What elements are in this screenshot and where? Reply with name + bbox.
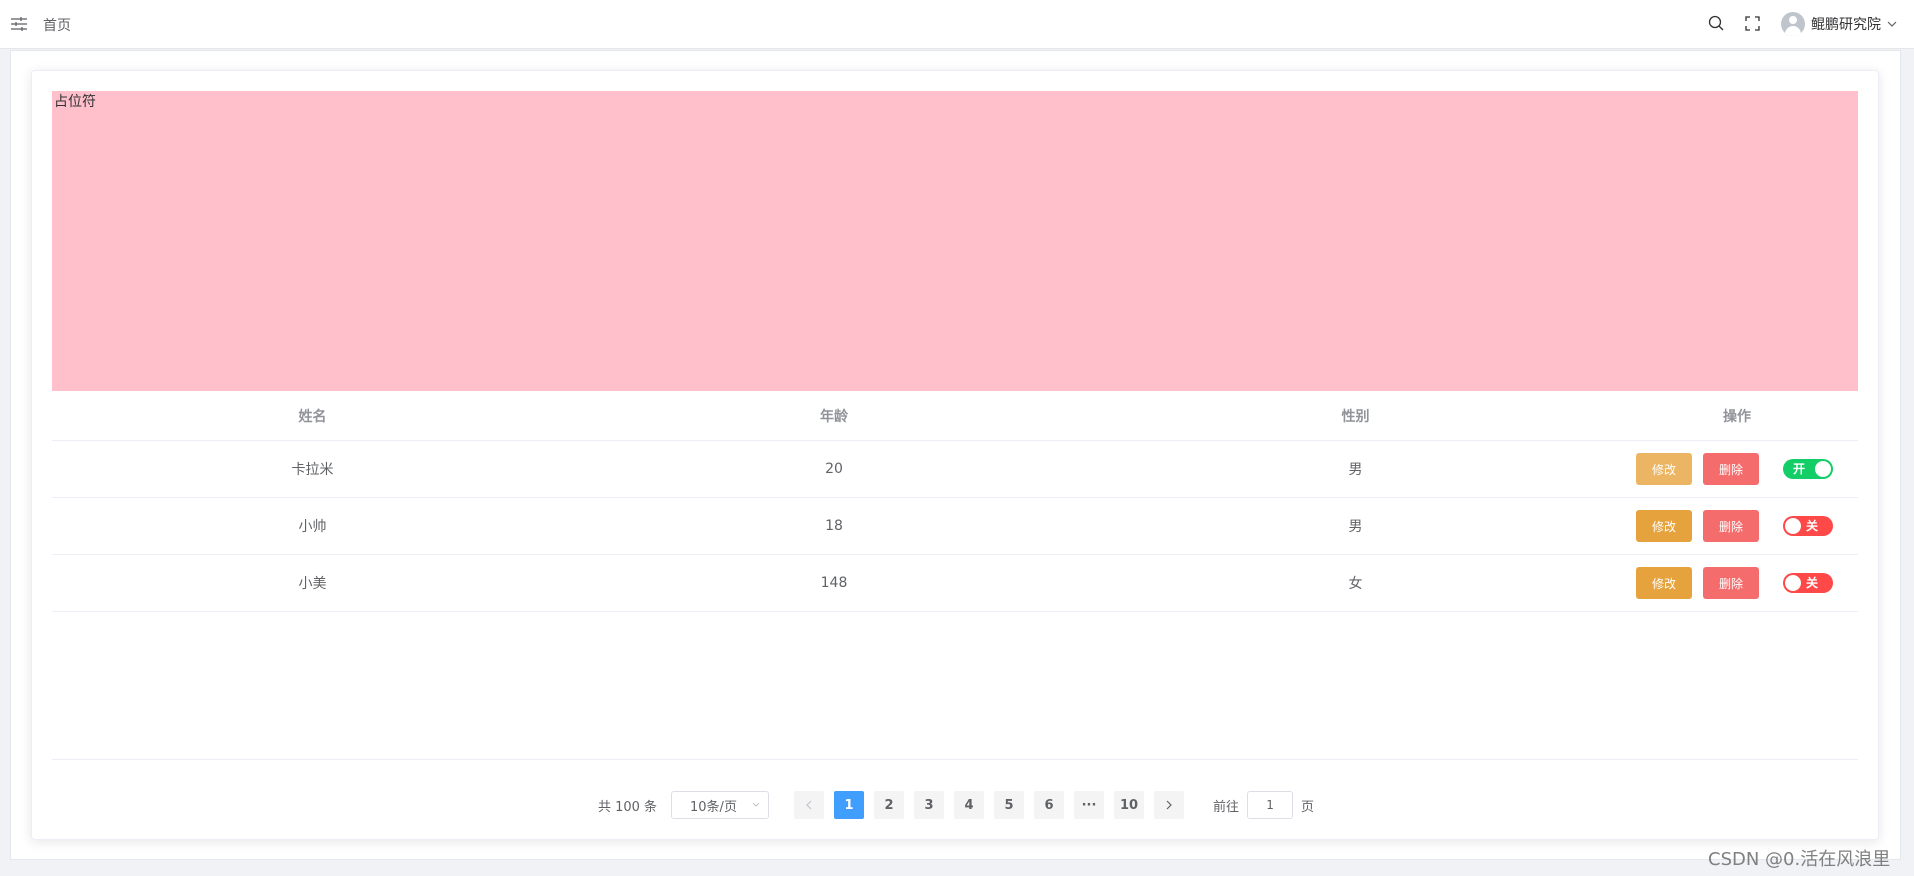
pagination-total: 共 100 条 — [597, 799, 658, 815]
cell-actions: 修改 删除 开 — [1616, 441, 1858, 497]
page-button[interactable]: 1 — [834, 791, 865, 819]
goto-page-input[interactable] — [1247, 791, 1294, 819]
goto-suffix: 页 — [1301, 799, 1315, 815]
cell-name: 小帅 — [298, 519, 327, 535]
cell-actions: 修改 删除 关 — [1616, 555, 1858, 611]
page-button[interactable]: 6 — [1034, 791, 1065, 819]
page-jumper: 前往 页 — [1213, 791, 1314, 819]
page-button[interactable]: 10 — [1114, 791, 1145, 819]
delete-button[interactable]: 删除 — [1703, 510, 1759, 542]
cell-gender: 女 — [1348, 576, 1363, 592]
data-table: 姓名 年龄 性别 操作 卡拉米 20 男 修改 删除 开 小帅 18 男 修改 — [52, 391, 1858, 612]
cell-age: 18 — [825, 518, 843, 534]
placeholder-block: 占位符 — [52, 91, 1858, 391]
prev-page-button[interactable] — [794, 791, 825, 819]
top-bar: 首页 鲲鹏研究院 — [0, 0, 1914, 49]
column-header-name: 姓名 — [298, 408, 327, 425]
placeholder-text: 占位符 — [54, 94, 96, 110]
switch-knob — [1785, 518, 1801, 534]
watermark: CSDN @0.活在风浪里 — [1708, 849, 1891, 870]
delete-button[interactable]: 删除 — [1703, 567, 1759, 599]
switch-knob — [1785, 575, 1801, 591]
menu-toggle-icon[interactable] — [10, 15, 28, 33]
more-pages-button[interactable]: ··· — [1074, 791, 1105, 819]
page-button[interactable]: 4 — [954, 791, 985, 819]
goto-prefix: 前往 — [1213, 799, 1240, 815]
cell-gender: 男 — [1348, 519, 1363, 535]
status-switch[interactable]: 开 — [1783, 459, 1833, 479]
user-menu[interactable]: 鲲鹏研究院 — [1781, 11, 1897, 37]
next-page-button[interactable] — [1154, 791, 1185, 819]
breadcrumb-home[interactable]: 首页 — [43, 15, 71, 35]
table-row: 小帅 18 男 修改 删除 关 — [52, 498, 1858, 555]
page-size-select[interactable]: 10条/页 — [671, 791, 770, 819]
switch-label: 关 — [1806, 576, 1819, 590]
cell-name: 卡拉米 — [291, 462, 334, 478]
status-switch[interactable]: 关 — [1783, 516, 1833, 536]
chevron-left-icon — [806, 800, 812, 810]
cell-age: 148 — [820, 575, 848, 591]
user-name: 鲲鹏研究院 — [1811, 17, 1881, 33]
column-header-gender: 性别 — [1341, 408, 1370, 425]
cell-actions: 修改 删除 关 — [1616, 498, 1858, 554]
switch-label: 开 — [1793, 462, 1806, 476]
delete-button[interactable]: 删除 — [1703, 453, 1759, 485]
cell-age: 20 — [825, 461, 843, 477]
chevron-down-icon — [1887, 21, 1897, 27]
page-size-value: 10条/页 — [690, 799, 737, 815]
switch-knob — [1815, 461, 1831, 477]
chevron-down-icon — [752, 802, 760, 807]
divider — [52, 759, 1858, 760]
column-header-age: 年龄 — [820, 408, 848, 425]
column-header-actions: 操作 — [1723, 408, 1751, 425]
status-switch[interactable]: 关 — [1783, 573, 1833, 593]
table-header: 姓名 年龄 性别 操作 — [52, 391, 1858, 441]
page-button[interactable]: 5 — [994, 791, 1025, 819]
edit-button[interactable]: 修改 — [1636, 453, 1692, 485]
chevron-right-icon — [1166, 800, 1172, 810]
edit-button[interactable]: 修改 — [1636, 567, 1692, 599]
page-button[interactable]: 3 — [914, 791, 945, 819]
edit-button[interactable]: 修改 — [1636, 510, 1692, 542]
table-row: 卡拉米 20 男 修改 删除 开 — [52, 441, 1858, 498]
pagination: 共 100 条 10条/页 1 2 3 4 5 6 ··· 10 前往 页 — [32, 791, 1880, 819]
cell-gender: 男 — [1348, 462, 1363, 478]
avatar — [1781, 12, 1805, 36]
fullscreen-icon[interactable] — [1745, 16, 1760, 31]
main-card: 占位符 姓名 年龄 性别 操作 卡拉米 20 男 修改 删除 开 小帅 18 男… — [31, 70, 1879, 840]
search-icon[interactable] — [1708, 15, 1725, 32]
cell-name: 小美 — [298, 576, 327, 592]
table-row: 小美 148 女 修改 删除 关 — [52, 555, 1858, 612]
page-button[interactable]: 2 — [874, 791, 905, 819]
switch-label: 关 — [1806, 519, 1819, 533]
